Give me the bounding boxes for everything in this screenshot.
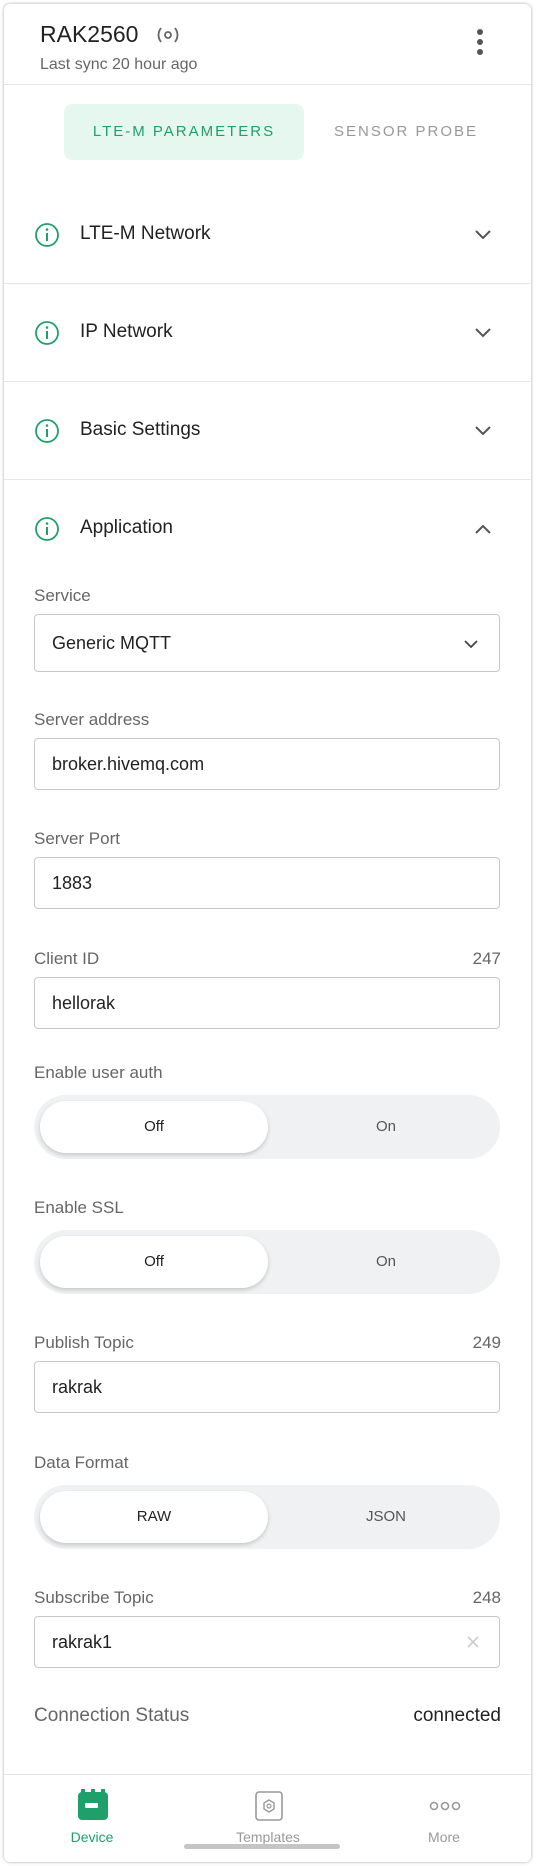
data-format-toggle: RAW JSON <box>34 1485 500 1549</box>
chevron-down-icon <box>475 426 491 436</box>
publish-topic-value: rakrak <box>52 1377 103 1397</box>
subscribe-topic-field[interactable]: rakrak1 <box>34 1616 500 1668</box>
section-title: IP Network <box>80 321 173 342</box>
ssl-off-option[interactable]: Off <box>40 1236 268 1288</box>
publish-topic-label: Publish Topic <box>34 1333 134 1352</box>
section-title: Application <box>80 517 173 538</box>
more-dots-icon <box>429 1801 461 1811</box>
client-id-value: hellorak <box>52 993 116 1013</box>
device-icon <box>78 1789 108 1820</box>
connection-status-value: connected <box>413 1705 501 1726</box>
info-icon <box>35 321 59 345</box>
subscribe-topic-char-count: 248 <box>472 1588 501 1607</box>
server-port-value: 1883 <box>52 873 93 893</box>
nav-label: Templates <box>236 1829 300 1845</box>
nav-more[interactable]: More <box>356 1775 531 1862</box>
info-icon <box>35 223 59 247</box>
home-indicator <box>184 1844 340 1849</box>
chevron-down-icon <box>464 640 478 649</box>
client-id-field[interactable]: hellorak <box>34 977 500 1029</box>
section-title: LTE-M Network <box>80 223 211 244</box>
ssl-toggle: Off On <box>34 1230 500 1294</box>
server-port-label: Server Port <box>34 829 120 848</box>
service-label: Service <box>34 586 91 605</box>
chevron-up-icon <box>475 524 491 534</box>
section-title: Basic Settings <box>80 419 201 440</box>
publish-topic-field[interactable]: rakrak <box>34 1361 500 1413</box>
tab-lte-m-parameters[interactable]: LTE-M PARAMETERS <box>64 104 304 160</box>
server-address-value: broker.hivemq.com <box>52 754 205 774</box>
clear-icon[interactable] <box>465 1634 481 1650</box>
user-auth-off-option[interactable]: Off <box>40 1101 268 1153</box>
nav-label: Device <box>70 1829 114 1845</box>
tab-bar: LTE-M PARAMETERS SENSOR PROBE <box>4 104 531 160</box>
server-address-field[interactable]: broker.hivemq.com <box>34 738 500 790</box>
ssl-on-option[interactable]: On <box>272 1230 500 1294</box>
nav-device[interactable]: Device <box>4 1775 180 1862</box>
data-format-raw-option[interactable]: RAW <box>40 1491 268 1543</box>
chevron-down-icon <box>475 328 491 338</box>
info-icon <box>35 517 59 541</box>
last-sync-text: Last sync 20 hour ago <box>40 56 198 73</box>
app-frame: RAK2560 Last sync 20 hour ago LTE-M PARA… <box>4 4 531 1862</box>
data-format-json-option[interactable]: JSON <box>272 1485 500 1549</box>
client-id-char-count: 247 <box>472 949 501 968</box>
nav-label: More <box>428 1829 460 1845</box>
section-lte-m-network[interactable]: LTE-M Network <box>4 186 531 284</box>
publish-topic-char-count: 249 <box>472 1333 501 1352</box>
more-menu-icon[interactable] <box>470 26 490 60</box>
subscribe-topic-label: Subscribe Topic <box>34 1588 154 1607</box>
section-ip-network[interactable]: IP Network <box>4 284 531 382</box>
server-address-label: Server address <box>34 710 150 729</box>
device-name: RAK2560 <box>40 21 139 47</box>
tab-sensor-probe[interactable]: SENSOR PROBE <box>314 104 498 160</box>
ssl-label: Enable SSL <box>34 1198 124 1217</box>
chevron-down-icon <box>475 230 491 240</box>
app-header: RAK2560 Last sync 20 hour ago <box>4 4 531 85</box>
subscribe-topic-value: rakrak1 <box>52 1632 113 1652</box>
service-select[interactable]: Generic MQTT <box>34 614 500 672</box>
section-basic-settings[interactable]: Basic Settings <box>4 382 531 480</box>
section-application[interactable]: Application <box>4 480 531 577</box>
info-icon <box>35 419 59 443</box>
user-auth-label: Enable user auth <box>34 1063 163 1082</box>
broadcast-icon <box>157 27 179 43</box>
user-auth-toggle: Off On <box>34 1095 500 1159</box>
templates-icon <box>255 1791 283 1821</box>
server-port-field[interactable]: 1883 <box>34 857 500 909</box>
service-value: Generic MQTT <box>52 633 172 653</box>
user-auth-on-option[interactable]: On <box>272 1095 500 1159</box>
connection-status-label: Connection Status <box>34 1705 190 1726</box>
data-format-label: Data Format <box>34 1453 129 1472</box>
client-id-label: Client ID <box>34 949 100 968</box>
